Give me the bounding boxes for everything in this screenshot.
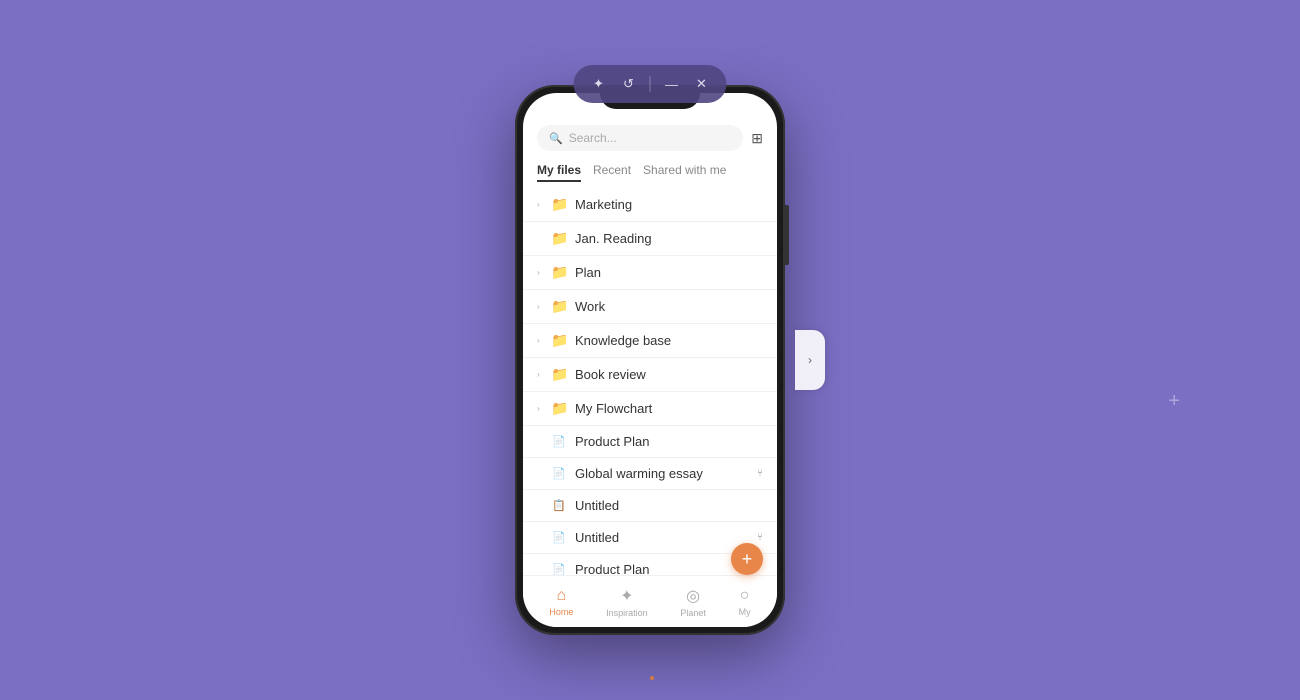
folder-icon: 📁 xyxy=(551,400,567,417)
nav-item-planet[interactable]: ◎ Planet xyxy=(680,586,706,618)
chevron-icon: › xyxy=(537,200,545,209)
file-name: Plan xyxy=(575,265,763,280)
doc-icon: 📄 xyxy=(551,467,567,480)
screen-content: 🔍 Search... ⊞ My files Recent Shared wit… xyxy=(523,93,777,575)
my-icon: ○ xyxy=(740,587,750,605)
tab-recent[interactable]: Recent xyxy=(593,163,631,182)
list-item[interactable]: › 📁 Marketing xyxy=(523,188,777,222)
share-icon: ⑂ xyxy=(757,468,763,479)
list-item[interactable]: 📁 Jan. Reading xyxy=(523,222,777,256)
folder-icon: 📁 xyxy=(551,196,567,213)
planet-icon: ◎ xyxy=(686,586,700,606)
doc-icon-blue: 📋 xyxy=(551,499,567,512)
grid-icon[interactable]: ⊞ xyxy=(751,130,763,147)
doc-icon: 📄 xyxy=(551,435,567,448)
window-control-bar: ✦ ↺ — ✕ xyxy=(574,65,727,103)
folder-icon: 📁 xyxy=(551,332,567,349)
list-item[interactable]: › 📁 Plan xyxy=(523,256,777,290)
list-item[interactable]: › 📁 Book review xyxy=(523,358,777,392)
phone-screen: 🔍 Search... ⊞ My files Recent Shared wit… xyxy=(523,93,777,627)
share-icon: ⑂ xyxy=(757,532,763,543)
folder-icon: 📁 xyxy=(551,264,567,281)
nav-label-planet: Planet xyxy=(680,608,706,618)
sparkle-icon[interactable]: ✦ xyxy=(588,73,610,95)
search-bar: 🔍 Search... ⊞ xyxy=(523,117,777,159)
doc-icon: 📄 xyxy=(551,531,567,544)
home-icon: ⌂ xyxy=(557,587,567,605)
file-name: Untitled xyxy=(575,530,753,545)
folder-icon: 📁 xyxy=(551,230,567,247)
search-icon: 🔍 xyxy=(549,132,563,145)
bg-decoration-plus: + xyxy=(1168,390,1180,413)
minimize-icon[interactable]: — xyxy=(661,73,683,95)
file-name: Book review xyxy=(575,367,763,382)
nav-item-home[interactable]: ⌂ Home xyxy=(549,587,573,617)
tabs: My files Recent Shared with me xyxy=(523,159,777,188)
list-item[interactable]: › 📁 Knowledge base xyxy=(523,324,777,358)
file-name: Product Plan xyxy=(575,434,763,449)
nav-label-inspiration: Inspiration xyxy=(606,608,648,618)
phone-frame: › 🔍 Search... ⊞ My files Recent Shared w… xyxy=(515,85,785,635)
file-list: › 📁 Marketing 📁 Jan. Reading › 📁 Plan › xyxy=(523,188,777,575)
nav-label-my: My xyxy=(739,607,751,617)
chevron-icon: › xyxy=(537,370,545,379)
list-item[interactable]: 📄 Global warming essay ⑂ xyxy=(523,458,777,490)
list-item[interactable]: › 📁 My Flowchart xyxy=(523,392,777,426)
bottom-nav: ⌂ Home ✦ Inspiration ◎ Planet ○ My xyxy=(523,575,777,627)
search-placeholder: Search... xyxy=(569,131,617,145)
bg-dot-decoration xyxy=(650,676,654,680)
fab-button[interactable]: + xyxy=(731,543,763,575)
search-input-wrap[interactable]: 🔍 Search... xyxy=(537,125,743,151)
chevron-icon: › xyxy=(537,404,545,413)
doc-icon: 📄 xyxy=(551,563,567,575)
inspiration-icon: ✦ xyxy=(620,586,633,606)
divider xyxy=(650,76,651,92)
chevron-icon: › xyxy=(537,336,545,345)
file-name: My Flowchart xyxy=(575,401,763,416)
phone-side-button xyxy=(785,205,789,265)
tab-my-files[interactable]: My files xyxy=(537,163,581,182)
file-name: Global warming essay xyxy=(575,466,753,481)
file-name: Marketing xyxy=(575,197,763,212)
chevron-icon: › xyxy=(537,302,545,311)
close-icon[interactable]: ✕ xyxy=(691,73,713,95)
list-item[interactable]: › 📁 Work xyxy=(523,290,777,324)
file-name: Knowledge base xyxy=(575,333,763,348)
list-item[interactable]: 📄 Product Plan xyxy=(523,426,777,458)
folder-icon: 📁 xyxy=(551,366,567,383)
expand-handle[interactable]: › xyxy=(795,330,825,390)
nav-label-home: Home xyxy=(549,607,573,617)
file-name: Work xyxy=(575,299,763,314)
file-name: Jan. Reading xyxy=(575,231,763,246)
folder-icon: 📁 xyxy=(551,298,567,315)
nav-item-inspiration[interactable]: ✦ Inspiration xyxy=(606,586,648,618)
file-name: Untitled xyxy=(575,498,763,513)
history-icon[interactable]: ↺ xyxy=(618,73,640,95)
nav-item-my[interactable]: ○ My xyxy=(739,587,751,617)
chevron-icon: › xyxy=(537,268,545,277)
list-item[interactable]: 📋 Untitled xyxy=(523,490,777,522)
tab-shared[interactable]: Shared with me xyxy=(643,163,726,182)
